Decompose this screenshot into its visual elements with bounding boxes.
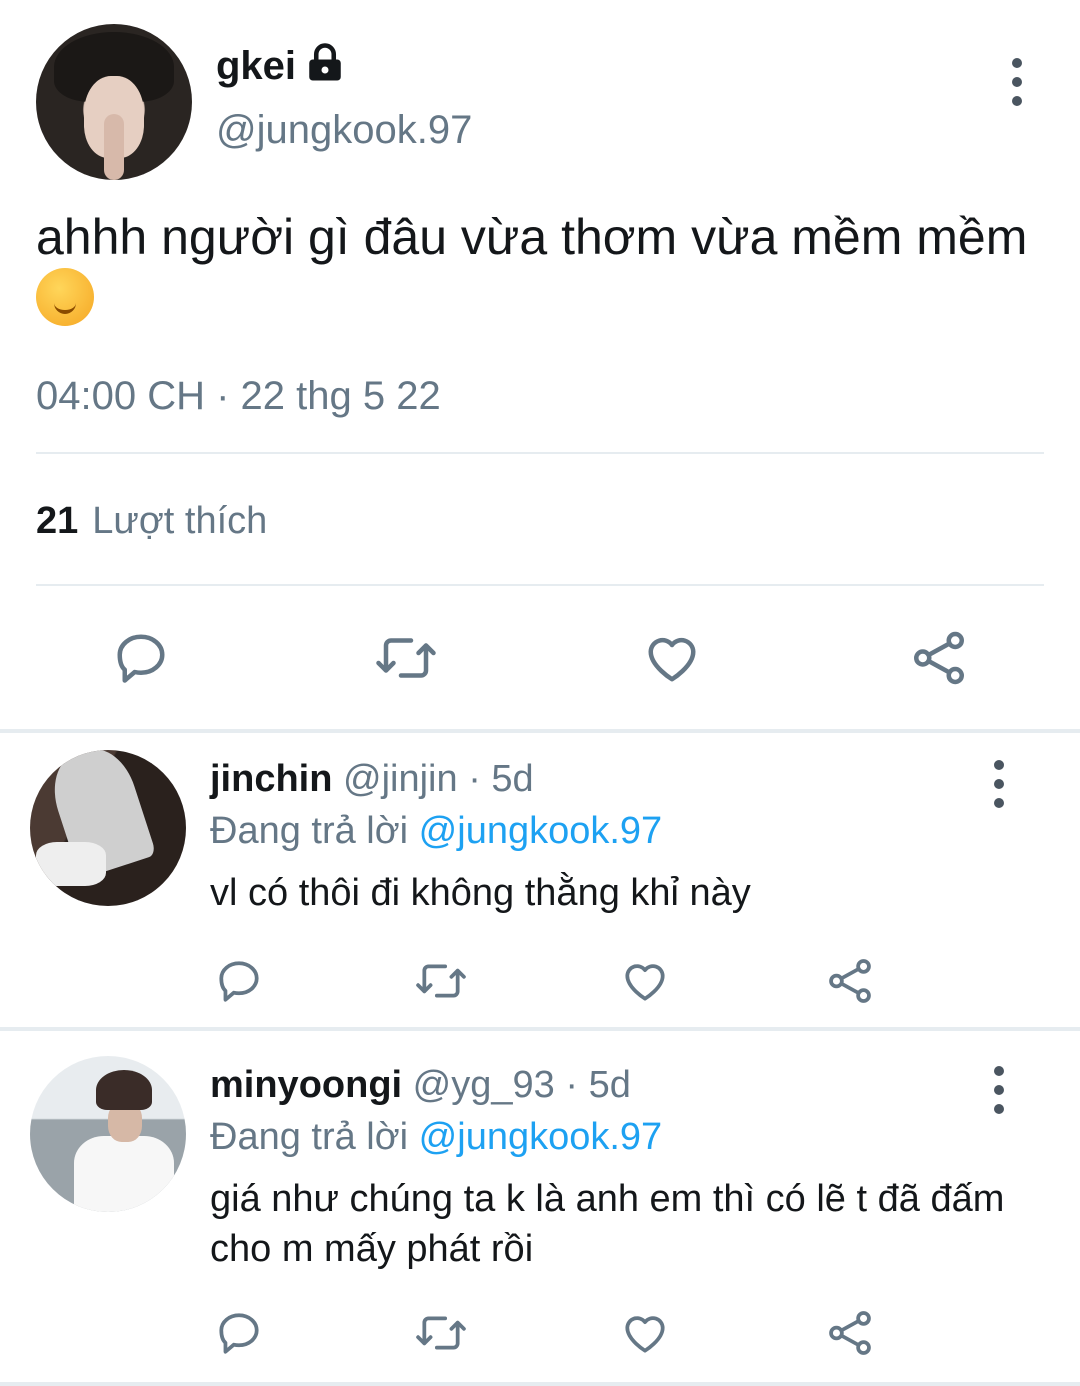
heart-icon (648, 637, 696, 682)
reply-header: jinchin @jinjin · 5d (210, 758, 534, 801)
retweet-button[interactable] (412, 1308, 470, 1358)
more-vertical-icon[interactable] (993, 760, 1005, 817)
reply-icon (219, 961, 259, 1002)
retweet-icon (376, 638, 436, 678)
divider (0, 729, 1080, 733)
author-handle[interactable]: @jungkook.97 (216, 108, 472, 153)
share-icon (829, 959, 871, 1003)
reply-icon (219, 1313, 259, 1354)
more-vertical-icon[interactable] (1011, 58, 1023, 115)
heart-icon (625, 964, 665, 1001)
tweet-text: ahhh người gì đâu vừa thơm vừa mềm mềm (36, 206, 1046, 332)
heart-icon (625, 1316, 665, 1353)
divider (36, 452, 1044, 454)
more-vertical-icon[interactable] (993, 1066, 1005, 1123)
reply-text: vl có thôi đi không thằng khỉ này (210, 872, 751, 914)
reply-age: · 5d (565, 1064, 631, 1106)
mention-link[interactable]: @jungkook.97 (419, 810, 663, 852)
divider (36, 584, 1044, 586)
reply-icon (117, 634, 165, 683)
reply-button[interactable] (214, 956, 264, 1006)
lock-icon (309, 43, 341, 81)
like-button[interactable] (620, 956, 670, 1006)
reply-handle[interactable]: @yg_93 (413, 1064, 555, 1106)
reply-button[interactable] (214, 1308, 264, 1358)
reply-button[interactable] (110, 628, 172, 688)
likes-label: Lượt thích (92, 500, 268, 542)
reply-avatar[interactable] (30, 1056, 186, 1212)
share-button[interactable] (824, 956, 876, 1006)
retweet-button[interactable] (412, 956, 470, 1006)
drooling-face-icon (36, 268, 94, 326)
divider (0, 1382, 1080, 1386)
replying-to: Đang trả lời @jungkook.97 (210, 810, 662, 853)
retweet-icon (416, 964, 466, 998)
retweet-icon (416, 1316, 466, 1350)
tweet-timestamp[interactable]: 04:00 CH · 22 thg 5 22 (36, 374, 441, 419)
likes-count: 21 (36, 500, 79, 542)
divider (0, 1027, 1080, 1031)
author-display-name[interactable]: gkei (216, 44, 296, 89)
replying-prefix: Đang trả lời (210, 810, 409, 852)
share-button[interactable] (824, 1308, 876, 1358)
mention-link[interactable]: @jungkook.97 (419, 1116, 663, 1158)
reply-handle[interactable]: @jinjin (343, 758, 458, 800)
share-icon (829, 1311, 871, 1355)
reply-header: minyoongi @yg_93 · 5d (210, 1064, 631, 1107)
like-button[interactable] (620, 1308, 670, 1358)
likes-summary[interactable]: 21 Lượt thích (36, 500, 267, 543)
retweet-button[interactable] (372, 628, 440, 688)
share-button[interactable] (908, 628, 970, 688)
reply-age: · 5d (468, 758, 534, 800)
reply-text: giá như chúng ta k là anh em thì có lẽ t… (210, 1178, 1005, 1270)
reply-display-name[interactable]: jinchin (210, 758, 332, 800)
reply-avatar[interactable] (30, 750, 186, 906)
like-button[interactable] (642, 628, 702, 688)
replying-to: Đang trả lời @jungkook.97 (210, 1116, 662, 1159)
replying-prefix: Đang trả lời (210, 1116, 409, 1158)
share-icon (914, 631, 964, 685)
author-avatar[interactable] (36, 24, 192, 180)
reply-display-name[interactable]: minyoongi (210, 1064, 402, 1106)
